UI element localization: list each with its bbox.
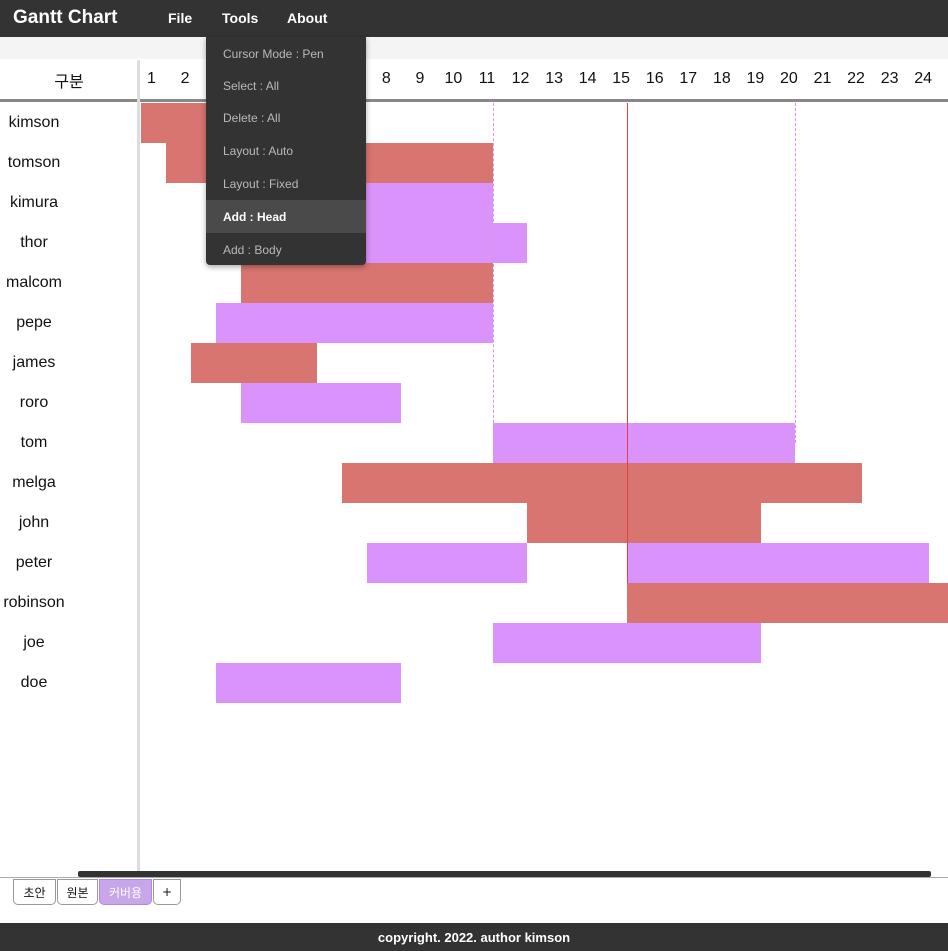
- tools-dropdown-menu: Cursor Mode : Pen Select : All Delete : …: [206, 37, 366, 265]
- row-label[interactable]: kimura: [0, 194, 68, 212]
- gantt-bar[interactable]: [216, 303, 493, 343]
- timeline-marker: [794, 103, 796, 443]
- top-menu-bar: Gantt Chart File Tools About: [0, 0, 948, 37]
- row-label[interactable]: kimson: [0, 114, 68, 132]
- app-title: Gantt Chart: [13, 7, 118, 28]
- day-label: 9: [415, 70, 425, 87]
- day-label: 23: [880, 70, 899, 87]
- day-label: 13: [545, 70, 563, 87]
- gantt-bar[interactable]: [140, 103, 208, 143]
- day-label: 19: [746, 70, 765, 87]
- gantt-bar[interactable]: [191, 343, 317, 383]
- menu-item-add-head[interactable]: Add : Head: [206, 200, 366, 233]
- row-label[interactable]: robinson: [0, 594, 68, 612]
- row-label[interactable]: joe: [0, 634, 68, 652]
- day-label: 24: [914, 70, 933, 87]
- day-label: 11: [478, 70, 496, 87]
- row-label[interactable]: john: [0, 514, 68, 532]
- gantt-bar[interactable]: [216, 663, 401, 703]
- gantt-bar[interactable]: [526, 503, 762, 543]
- day-label: 21: [813, 70, 832, 87]
- day-label: 14: [578, 70, 597, 87]
- day-label: 10: [444, 70, 463, 87]
- row-label[interactable]: malcom: [0, 274, 68, 292]
- row-label[interactable]: roro: [0, 394, 68, 412]
- sheet-tab-original[interactable]: 원본: [57, 879, 98, 905]
- day-label: 25: [940, 70, 948, 88]
- row-label[interactable]: tom: [0, 434, 68, 452]
- day-label: 2: [180, 70, 190, 87]
- gantt-bar[interactable]: [627, 583, 948, 623]
- menu-item-select-all[interactable]: Select : All: [206, 69, 366, 102]
- footer: copyright. 2022. author kimson: [0, 923, 948, 951]
- day-label: 20: [780, 70, 798, 87]
- bottom-divider: [0, 877, 948, 878]
- row-label[interactable]: tomson: [0, 154, 68, 172]
- gantt-bar[interactable]: [367, 543, 527, 583]
- row-header-corner: 구분: [54, 72, 84, 91]
- menu-item-layout-fixed[interactable]: Layout : Fixed: [206, 167, 366, 200]
- timeline-marker: [627, 103, 629, 583]
- gantt-bar[interactable]: [493, 423, 795, 463]
- row-label[interactable]: james: [0, 354, 68, 372]
- gantt-bar[interactable]: [241, 263, 493, 303]
- add-sheet-button[interactable]: +: [153, 879, 181, 905]
- day-label: 12: [511, 70, 530, 87]
- name-column-divider[interactable]: [137, 60, 140, 872]
- sheet-tab-draft[interactable]: 초안: [13, 879, 56, 905]
- header-divider: [0, 99, 948, 102]
- menu-file[interactable]: File: [168, 10, 192, 26]
- day-label: 15: [612, 70, 631, 87]
- toolbar-strip: [0, 37, 948, 59]
- day-label: 16: [645, 70, 664, 87]
- sheet-tab-cover[interactable]: 커버용: [99, 879, 152, 905]
- menu-item-add-body[interactable]: Add : Body: [206, 233, 366, 266]
- gantt-bar[interactable]: [342, 463, 863, 503]
- row-label[interactable]: thor: [0, 234, 68, 252]
- gantt-bar[interactable]: [627, 543, 930, 583]
- menu-tools[interactable]: Tools: [222, 10, 258, 26]
- row-label[interactable]: doe: [0, 674, 68, 692]
- menu-item-delete-all[interactable]: Delete : All: [206, 101, 366, 134]
- app-root: Gantt Chart File Tools About 구분 12345678…: [0, 0, 948, 951]
- gantt-bar[interactable]: [493, 623, 762, 663]
- gantt-bar[interactable]: [241, 383, 401, 423]
- day-label: 18: [712, 70, 731, 87]
- day-label: 8: [381, 70, 391, 87]
- day-label: 22: [847, 70, 865, 87]
- row-label[interactable]: peter: [0, 554, 68, 572]
- menu-item-cursor-mode[interactable]: Cursor Mode : Pen: [206, 37, 366, 70]
- day-label: 17: [679, 70, 698, 87]
- timeline-marker: [493, 103, 494, 443]
- menu-item-layout-auto[interactable]: Layout : Auto: [206, 134, 366, 167]
- row-label[interactable]: melga: [0, 474, 68, 492]
- menu-about[interactable]: About: [287, 10, 327, 26]
- row-label[interactable]: pepe: [0, 314, 68, 332]
